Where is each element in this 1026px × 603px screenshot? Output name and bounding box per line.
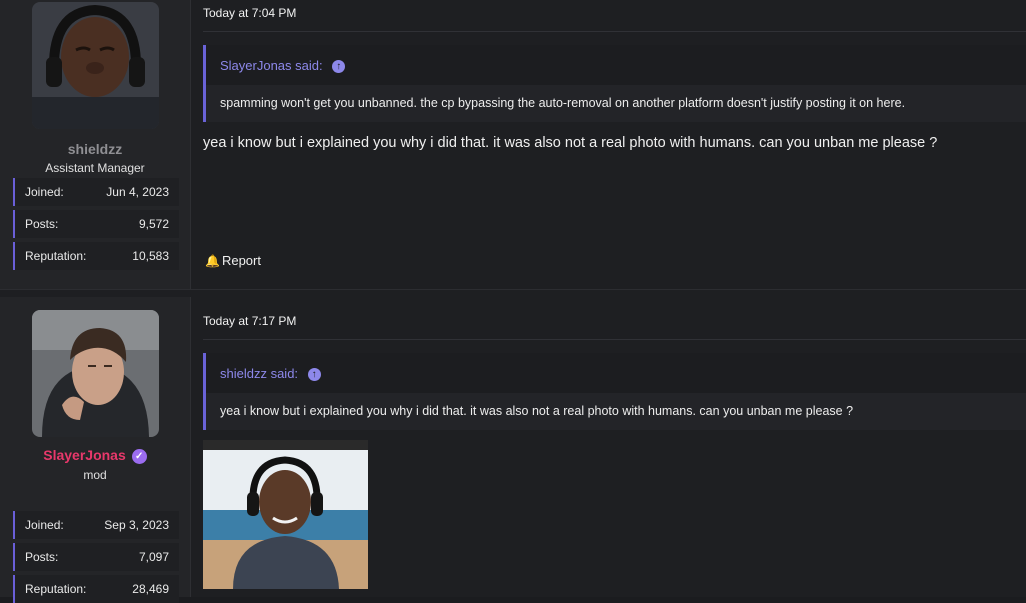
post-content: Today at 7:04 PM SlayerJonas said: ↑ spa… — [191, 0, 1026, 289]
stat-label: Joined: — [25, 185, 64, 199]
stat-posts: Posts: 9,572 — [13, 210, 179, 238]
quote-header[interactable]: SlayerJonas said: ↑ — [220, 58, 346, 74]
quote-header[interactable]: shieldzz said: ↑ — [220, 366, 321, 382]
stat-posts: Posts: 7,097 — [13, 543, 179, 571]
author-name[interactable]: shieldzz — [0, 141, 190, 157]
stat-label: Posts: — [25, 217, 59, 231]
author-name[interactable]: SlayerJonas ✓ — [0, 447, 190, 464]
post-content: Today at 7:17 PM shieldzz said: ↑ yea i … — [191, 297, 1026, 597]
stat-value: Sep 3, 2023 — [104, 518, 169, 532]
divider — [203, 31, 1026, 32]
post-timestamp[interactable]: Today at 7:17 PM — [203, 314, 296, 328]
embedded-image[interactable] — [203, 440, 368, 589]
stat-value[interactable]: 9,572 — [139, 217, 169, 231]
quote-author[interactable]: shieldzz said: — [220, 366, 298, 381]
quote-block: shieldzz said: ↑ yea i know but i explai… — [203, 353, 1026, 430]
post-message: yea i know but i explained you why i did… — [203, 135, 938, 151]
stat-value[interactable]: 7,097 — [139, 550, 169, 564]
stat-label: Posts: — [25, 550, 59, 564]
stat-joined: Joined: Sep 3, 2023 — [13, 511, 179, 539]
quote-text: spamming won't get you unbanned. the cp … — [220, 96, 906, 110]
verified-badge-icon: ✓ — [131, 448, 147, 464]
stat-joined: Joined: Jun 4, 2023 — [13, 178, 179, 206]
divider — [203, 339, 1026, 340]
report-label: Report — [221, 253, 261, 268]
quote-author[interactable]: SlayerJonas said: — [220, 58, 323, 73]
bell-icon: 🔔 — [205, 254, 220, 268]
avatar[interactable] — [32, 310, 159, 437]
stat-label: Reputation: — [25, 582, 87, 596]
quote-body: yea i know but i explained you why i did… — [206, 393, 1026, 430]
author-sidebar: shieldzz Assistant Manager Joined: Jun 4… — [0, 0, 191, 289]
stat-value: 28,469 — [132, 582, 169, 596]
post-timestamp[interactable]: Today at 7:04 PM — [203, 6, 296, 20]
stat-label: Joined: — [25, 518, 64, 532]
author-name-text[interactable]: SlayerJonas — [43, 447, 126, 463]
arrow-up-circle-icon[interactable]: ↑ — [332, 60, 346, 74]
stat-label: Reputation: — [25, 249, 87, 263]
quote-text: yea i know but i explained you why i did… — [220, 404, 854, 418]
quote-body: spamming won't get you unbanned. the cp … — [206, 85, 1026, 122]
author-sidebar: SlayerJonas ✓ mod Joined: Sep 3, 2023 Pos… — [0, 297, 191, 603]
author-role: mod — [83, 468, 107, 482]
stat-value: Jun 4, 2023 — [106, 185, 169, 199]
post-2: SlayerJonas ✓ mod Joined: Sep 3, 2023 Pos… — [0, 297, 1026, 603]
avatar[interactable] — [32, 2, 159, 129]
stat-reputation: Reputation: 28,469 — [13, 575, 179, 603]
arrow-up-circle-icon[interactable]: ↑ — [307, 368, 321, 382]
stat-reputation: Reputation: 10,583 — [13, 242, 179, 270]
post-1: shieldzz Assistant Manager Joined: Jun 4… — [0, 0, 1026, 289]
report-button[interactable]: 🔔 Report — [205, 253, 261, 268]
author-role: Assistant Manager — [45, 161, 145, 175]
quote-block: SlayerJonas said: ↑ spamming won't get y… — [203, 45, 1026, 122]
stat-value: 10,583 — [132, 249, 169, 263]
